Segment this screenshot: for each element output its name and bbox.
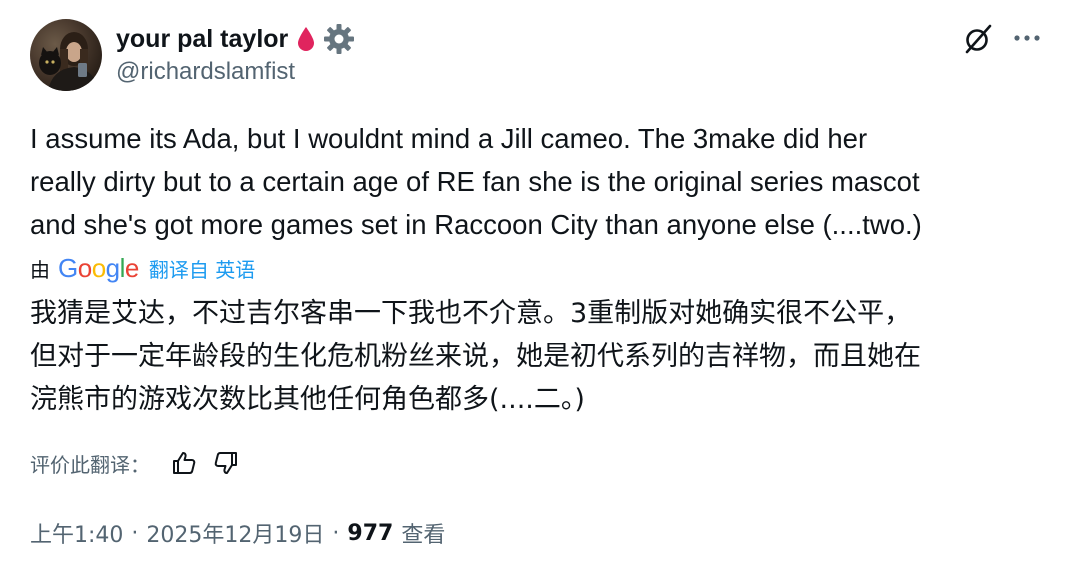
author-handle[interactable]: @richardslamfist (116, 58, 295, 86)
translated-text: 我猜是艾达，不过吉尔客串一下我也不介意。3重制版对她确实很不公平， 但对于一定年… (30, 298, 921, 415)
blood-drop-icon (296, 25, 316, 53)
thumbs-down-icon (214, 452, 237, 474)
gear-icon (322, 22, 356, 56)
thumbs-up-icon (173, 452, 196, 474)
rate-translation-label: 评价此翻译： (30, 452, 150, 477)
translated-from-link[interactable]: 翻译自 英语 (149, 254, 255, 283)
avatar-photo-icon (39, 32, 100, 91)
post-date[interactable]: 2025年12月19日 (146, 517, 324, 549)
meta-separator: · (332, 520, 340, 546)
google-logo[interactable]: Google (58, 253, 139, 284)
thumbs-down-button[interactable] (212, 449, 240, 477)
thumbs-up-button[interactable] (170, 449, 198, 477)
tweet-card: your pal taylor @richardslamfist I assum… (0, 0, 1080, 565)
views-label: 查看 (401, 523, 446, 548)
display-name[interactable]: your pal taylor (116, 25, 288, 54)
meta-separator: · (131, 520, 139, 546)
translation-attribution: 由 Google 翻译自 英语 (30, 250, 255, 286)
view-count: 977 (347, 520, 394, 546)
grok-icon[interactable] (962, 23, 994, 55)
avatar[interactable] (30, 19, 102, 91)
translated-by-label: 由 (30, 257, 50, 282)
more-icon[interactable] (1010, 24, 1044, 52)
post-time[interactable]: 上午1:40 (30, 517, 123, 549)
author-name-row: your pal taylor (116, 20, 356, 58)
tweet-meta: 上午1:40 · 2025年12月19日 · 977 查看 (30, 515, 445, 551)
tweet-text: I assume its Ada, but I wouldnt mind a J… (30, 123, 922, 240)
rate-translation-row: 评价此翻译： (30, 445, 240, 481)
